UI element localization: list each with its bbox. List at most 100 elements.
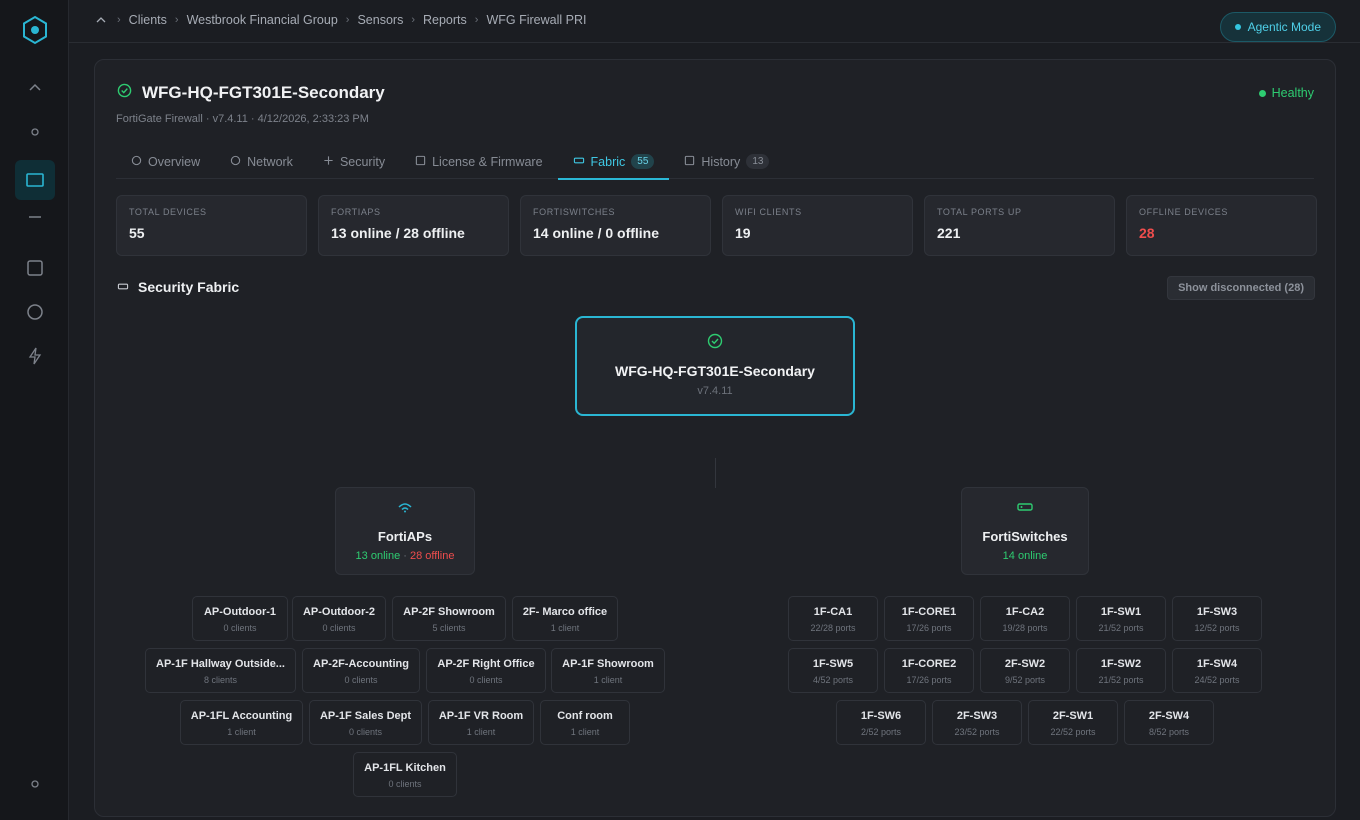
monitor-icon[interactable] (15, 160, 55, 200)
fortiap-node[interactable]: AP-Outdoor-2 0 clients (292, 596, 386, 641)
agentic-mode-button[interactable]: Agentic Mode (1219, 12, 1336, 42)
fortiswitch-node[interactable]: 1F-SW3 12/52 ports (1172, 596, 1262, 641)
fortiswitch-node[interactable]: 1F-SW2 21/52 ports (1076, 648, 1166, 693)
stat-card-fortiswitches: FORTISWITCHES 14 online / 0 offline (520, 195, 711, 256)
breadcrumb: › Clients › Westbrook Financial Group › … (95, 13, 586, 27)
online-count: 13 online (355, 550, 401, 562)
fortiswitch-node[interactable]: 2F-SW1 22/52 ports (1028, 700, 1118, 745)
node-clients: 0 clients (344, 675, 378, 685)
breadcrumb-item[interactable]: Sensors (357, 13, 403, 27)
fortiswitch-node[interactable]: 1F-CORE2 17/26 ports (884, 648, 974, 693)
dot-icon[interactable] (15, 112, 55, 152)
node-ports: 17/26 ports (906, 675, 952, 685)
fortiswitch-node[interactable]: 1F-CORE1 17/26 ports (884, 596, 974, 641)
fortiswitch-node[interactable]: 1F-CA2 19/28 ports (980, 596, 1070, 641)
fortiap-node[interactable]: Conf room 1 client (540, 700, 630, 745)
tab-network[interactable]: Network (215, 144, 308, 179)
square-icon[interactable] (15, 248, 55, 288)
square-icon (684, 155, 695, 169)
fortiap-node[interactable]: AP-1FL Accounting 1 client (180, 700, 303, 745)
tab-label: Fabric (590, 154, 626, 169)
node-clients: 0 clients (322, 623, 356, 633)
fortiap-node[interactable]: AP-2F-Accounting 0 clients (302, 648, 420, 693)
tab-label: History (701, 154, 741, 169)
node-name: Conf room (557, 710, 613, 722)
tab-count-badge: 13 (746, 154, 770, 169)
fortiswitch-node[interactable]: 1F-CA1 22/28 ports (788, 596, 878, 641)
fortiswitch-node[interactable]: 2F-SW3 23/52 ports (932, 700, 1022, 745)
node-name: AP-2F-Accounting (313, 658, 409, 670)
show-disconnected-button[interactable]: Show disconnected (28) (1167, 276, 1315, 300)
fortiap-node[interactable]: AP-1F Sales Dept 0 clients (309, 700, 422, 745)
group-name: FortiAPs (377, 529, 433, 544)
fortiswitch-node[interactable]: 1F-SW4 24/52 ports (1172, 648, 1262, 693)
node-clients: 0 clients (469, 675, 503, 685)
status-badge: Healthy (1258, 86, 1314, 100)
circle-icon[interactable] (15, 292, 55, 332)
node-ports: 21/52 ports (1098, 675, 1144, 685)
fortiap-node[interactable]: AP-1F Showroom 1 client (551, 648, 665, 693)
switch-icon (117, 279, 129, 295)
fortiswitch-node[interactable]: 2F-SW2 9/52 ports (980, 648, 1070, 693)
bolt-icon[interactable] (15, 336, 55, 376)
status-label: Healthy (1271, 86, 1314, 100)
status-separator: · (400, 550, 410, 562)
node-name: AP-1F Hallway Outside... (156, 658, 285, 670)
node-name: 2F-SW3 (956, 710, 998, 722)
node-name: 1F-SW6 (860, 710, 902, 722)
stat-label: FORTIAPS (331, 207, 381, 217)
tab-license-firmware[interactable]: License & Firmware (400, 144, 557, 179)
fortiswitch-node[interactable]: 1F-SW6 2/52 ports (836, 700, 926, 745)
check-circle-icon (117, 83, 132, 103)
fortiswitch-node[interactable]: 1F-SW5 4/52 ports (788, 648, 878, 693)
fortiap-node[interactable]: AP-1F Hallway Outside... 8 clients (145, 648, 296, 693)
logo-icon[interactable] (19, 14, 51, 51)
square-icon (415, 155, 426, 169)
node-name: 1F-SW2 (1100, 658, 1142, 670)
fortiaps-group-node[interactable]: FortiAPs 13 online · 28 offline (335, 487, 475, 575)
fortiap-node[interactable]: AP-1FL Kitchen 0 clients (353, 752, 457, 797)
top-bar: › Clients › Westbrook Financial Group › … (69, 0, 1360, 43)
fortiswitch-node[interactable]: 1F-SW1 21/52 ports (1076, 596, 1166, 641)
wifi-icon (336, 501, 474, 515)
node-ports: 21/52 ports (1098, 623, 1144, 633)
tab-history[interactable]: History 13 (669, 144, 784, 179)
tree-connector (715, 458, 716, 488)
node-name: 1F-CA1 (813, 606, 853, 618)
fortiap-node[interactable]: AP-2F Showroom 5 clients (392, 596, 506, 641)
fortiswitch-node[interactable]: 2F-SW4 8/52 ports (1124, 700, 1214, 745)
node-name: 2F-SW1 (1052, 710, 1094, 722)
node-clients: 1 client (466, 727, 496, 737)
fortiap-node[interactable]: AP-1F VR Room 1 client (428, 700, 534, 745)
fortiap-node[interactable]: AP-2F Right Office 0 clients (426, 648, 546, 693)
dash-icon[interactable] (15, 197, 55, 237)
fortiap-node[interactable]: AP-Outdoor-1 0 clients (192, 596, 288, 641)
breadcrumb-item[interactable]: Westbrook Financial Group (187, 13, 338, 27)
stat-value: 221 (937, 225, 961, 241)
node-clients: 8 clients (203, 675, 238, 685)
group-status: 13 online · 28 offline (336, 550, 474, 562)
circle-icon (230, 155, 241, 169)
dot-icon[interactable] (15, 764, 55, 804)
fortiswitches-group-node[interactable]: FortiSwitches 14 online (961, 487, 1089, 575)
chevron-up-icon[interactable] (15, 68, 55, 108)
node-name: AP-1FL Accounting (190, 710, 293, 722)
node-name: AP-1FL Kitchen (364, 762, 446, 774)
breadcrumb-item[interactable]: Reports (423, 13, 467, 27)
group-name: FortiSwitches (982, 529, 1068, 544)
fabric-root-node[interactable]: WFG-HQ-FGT301E-Secondary v7.4.11 (575, 316, 855, 416)
node-version: v7.4.11 (697, 385, 733, 397)
node-name: 1F-SW5 (812, 658, 854, 670)
chevron-up-icon[interactable] (95, 14, 107, 26)
tab-security[interactable]: Security (308, 144, 400, 179)
tab-overview[interactable]: Overview (116, 144, 215, 179)
node-name: AP-Outdoor-1 (203, 606, 277, 618)
stat-value: 14 online / 0 offline (533, 225, 660, 241)
breadcrumb-item[interactable]: Clients (129, 13, 167, 27)
node-ports: 17/26 ports (906, 623, 952, 633)
fortiap-node[interactable]: 2F- Marco office 1 client (512, 596, 618, 641)
tab-fabric[interactable]: Fabric 55 (557, 144, 670, 180)
node-ports: 22/28 ports (810, 623, 856, 633)
node-ports: 22/52 ports (1050, 727, 1096, 737)
node-name: 1F-SW3 (1196, 606, 1238, 618)
